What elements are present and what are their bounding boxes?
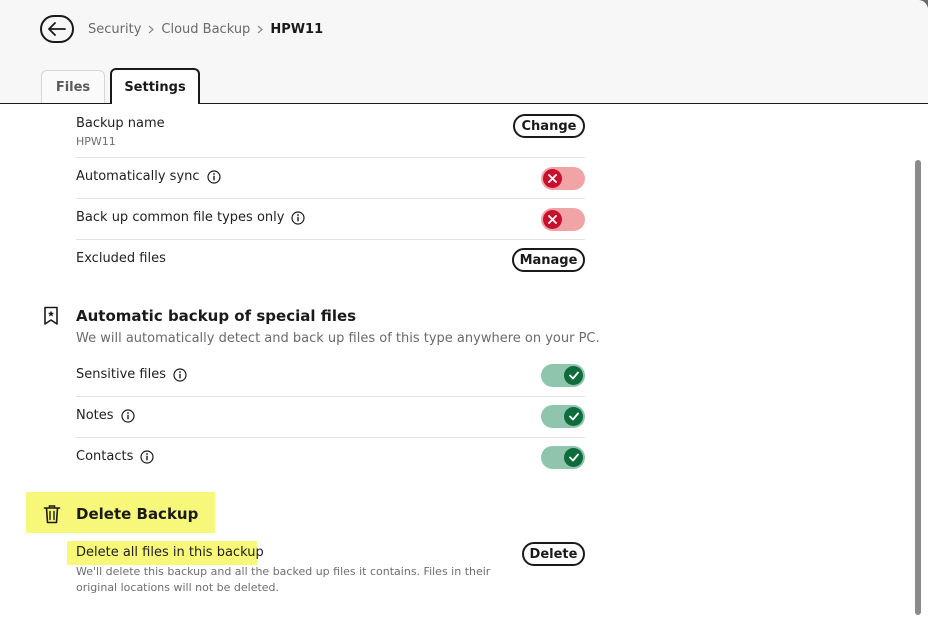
tab-settings[interactable]: Settings	[110, 68, 200, 105]
sensitive-files-label: Sensitive files	[76, 367, 166, 382]
breadcrumb-cloud-backup[interactable]: Cloud Backup	[161, 22, 250, 37]
delete-description: We'll delete this backup and all the bac…	[76, 565, 491, 594]
list-item: Contacts	[76, 438, 585, 478]
backup-name-row: Backup name HPW11 Change	[76, 104, 585, 158]
info-icon[interactable]	[173, 367, 187, 382]
check-icon	[564, 407, 583, 426]
info-icon[interactable]	[140, 449, 154, 464]
close-icon	[543, 210, 562, 229]
header: Security Cloud Backup HPW11 Files Settin…	[0, 0, 928, 105]
scrollbar-thumb[interactable]	[915, 160, 921, 615]
auto-sync-label: Automatically sync	[76, 169, 200, 184]
delete-row: Delete all files in this backup We'll de…	[76, 542, 585, 594]
list-item: Sensitive files	[76, 356, 585, 397]
auto-sync-toggle[interactable]	[541, 167, 585, 190]
special-files-title: Automatic backup of special files	[76, 307, 357, 325]
info-icon[interactable]	[120, 408, 135, 423]
common-types-toggle[interactable]	[541, 208, 585, 231]
trash-icon	[43, 504, 61, 528]
close-icon	[543, 169, 562, 188]
backup-name-value: HPW11	[76, 135, 116, 148]
auto-sync-row: Automatically sync	[76, 158, 585, 199]
breadcrumb-security[interactable]: Security	[88, 22, 141, 37]
common-types-label: Back up common file types only	[76, 210, 285, 225]
back-button[interactable]	[40, 15, 74, 43]
delete-backup-title: Delete Backup	[76, 505, 199, 523]
excluded-files-label: Excluded files	[76, 251, 166, 266]
app-window: Security Cloud Backup HPW11 Files Settin…	[0, 0, 928, 625]
check-icon	[564, 366, 583, 385]
breadcrumb-current: HPW11	[270, 21, 324, 37]
bookmark-star-icon	[43, 306, 59, 330]
sensitive-files-toggle[interactable]	[541, 364, 585, 387]
change-button[interactable]: Change	[513, 114, 585, 138]
special-files-description: We will automatically detect and back up…	[76, 331, 600, 346]
chevron-right-icon	[148, 25, 155, 34]
delete-all-label: Delete all files in this backup	[76, 545, 264, 560]
info-icon[interactable]	[291, 210, 306, 225]
notes-label: Notes	[76, 408, 114, 423]
common-types-row: Back up common file types only	[76, 199, 585, 240]
breadcrumb: Security Cloud Backup HPW11	[88, 20, 323, 38]
contacts-toggle[interactable]	[541, 446, 585, 469]
arrow-left-icon	[48, 22, 66, 36]
tab-files[interactable]: Files	[41, 70, 105, 103]
info-icon[interactable]	[206, 169, 221, 184]
notes-toggle[interactable]	[541, 405, 585, 428]
excluded-files-row: Excluded files Manage	[76, 240, 585, 280]
list-item: Notes	[76, 397, 585, 438]
backup-name-label: Backup name	[76, 116, 165, 131]
manage-button[interactable]: Manage	[512, 248, 585, 272]
contacts-label: Contacts	[76, 449, 134, 464]
chevron-right-icon	[257, 25, 264, 34]
delete-button[interactable]: Delete	[522, 542, 585, 566]
check-icon	[564, 448, 583, 467]
settings-panel: Backup name HPW11 Change Automatically s…	[0, 104, 928, 625]
